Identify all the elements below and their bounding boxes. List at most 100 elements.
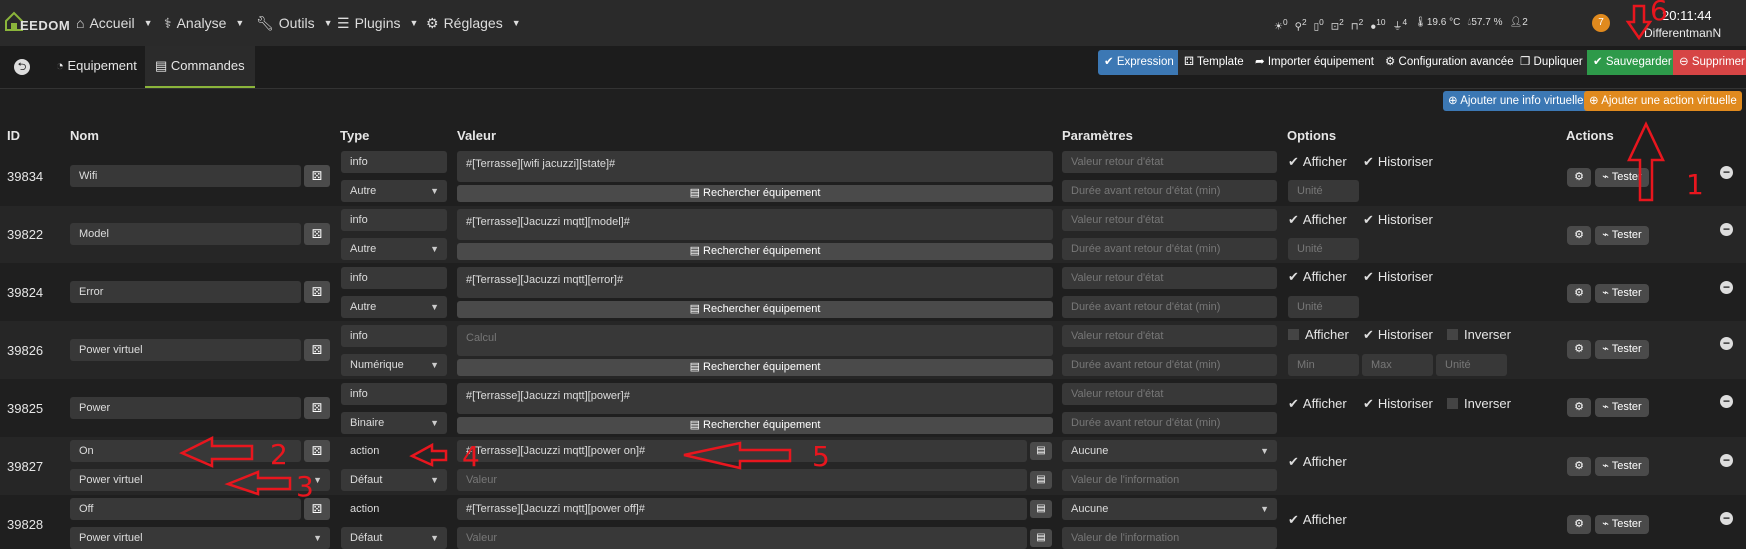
menu-analyse[interactable]: ⚕ Analyse ▼ <box>164 0 244 46</box>
test-button[interactable]: ⌁ Tester <box>1595 284 1649 303</box>
afficher-checkbox[interactable]: ✔ Afficher <box>1288 212 1347 228</box>
remove-row-icon[interactable]: − <box>1720 337 1733 350</box>
menu-reglages[interactable]: ⚙ Réglages ▼ <box>426 0 521 46</box>
cmd-subtype-select[interactable]: Numérique ▼ <box>341 354 447 376</box>
remove-row-icon[interactable]: − <box>1720 395 1733 408</box>
cogs-button[interactable]: ⚙ <box>1567 226 1591 245</box>
search-equipment-button[interactable]: ▤ Rechercher équipement <box>457 243 1053 260</box>
linked-info-select[interactable]: Power virtuel ▼ <box>70 527 330 549</box>
cmd-subtype-select[interactable]: Autre ▼ <box>341 180 447 202</box>
cogs-button[interactable]: ⚙ <box>1567 398 1591 417</box>
sensor-summary[interactable]: ☀0 ⚲2 ▯0 ⊡2 ⊓2 ●10 ⏚4 🌡︎19.6 °C 💧︎57.7 %… <box>1274 17 1528 32</box>
return-value-input[interactable]: Valeur retour d'état <box>1062 325 1277 347</box>
cmd-subtype-select[interactable]: Binaire ▼ <box>341 412 447 434</box>
afficher-checkbox[interactable]: ✔ Afficher <box>1288 269 1347 285</box>
remove-row-icon[interactable]: − <box>1720 281 1733 294</box>
save-button[interactable]: ✔ Sauvegarder <box>1587 50 1678 75</box>
cmd-type-select[interactable]: info <box>341 151 447 173</box>
back-arrow-icon[interactable]: ⮌ <box>14 59 30 75</box>
remove-row-icon[interactable]: − <box>1720 454 1733 467</box>
cogs-button[interactable]: ⚙ <box>1567 284 1591 303</box>
cogs-button[interactable]: ⚙ <box>1567 168 1591 187</box>
return-delay-input[interactable]: Durée avant retour d'état (min) <box>1062 412 1277 434</box>
test-button[interactable]: ⌁ Tester <box>1595 398 1649 417</box>
template-button[interactable]: ⚃ Template <box>1178 50 1250 75</box>
list-icon[interactable]: ▤ <box>1030 442 1052 460</box>
unit-input[interactable]: Unité <box>1288 296 1359 318</box>
info-value-input[interactable]: Valeur <box>457 469 1027 491</box>
unit-input[interactable]: Unité <box>1436 354 1507 376</box>
menu-plugins[interactable]: ☰ Plugins ▼ <box>337 0 418 46</box>
cmd-name-input[interactable]: Error <box>70 281 301 303</box>
return-value-input[interactable]: Valeur retour d'état <box>1062 267 1277 289</box>
afficher-checkbox[interactable]: ✔ Afficher <box>1288 396 1347 412</box>
icon-picker-button[interactable]: ⚄ <box>304 339 330 361</box>
cmd-subtype-select[interactable]: Défaut ▼ <box>341 527 447 549</box>
afficher-checkbox[interactable]: ✔ Afficher <box>1288 154 1347 170</box>
search-equipment-button[interactable]: ▤ Rechercher équipement <box>457 417 1053 434</box>
historiser-checkbox[interactable]: ✔ Historiser <box>1363 396 1433 412</box>
cmd-subtype-select[interactable]: Autre ▼ <box>341 296 447 318</box>
return-delay-input[interactable]: Durée avant retour d'état (min) <box>1062 180 1277 202</box>
list-icon[interactable]: ▤ <box>1030 471 1052 489</box>
user-menu[interactable]: DifferentmanN <box>1644 26 1721 40</box>
jeedom-logo[interactable]: EEDOM <box>4 6 72 40</box>
afficher-checkbox[interactable]: ✔ Afficher <box>1288 512 1347 528</box>
calc-input[interactable]: Calcul <box>457 325 1053 356</box>
afficher-checkbox[interactable]: ✔ Afficher <box>1288 454 1347 470</box>
icon-picker-button[interactable]: ⚄ <box>304 397 330 419</box>
test-button[interactable]: ⌁ Tester <box>1595 340 1649 359</box>
test-button[interactable]: ⌁ Tester <box>1595 168 1649 187</box>
menu-outils[interactable]: 🔧︎ Outils ▼ <box>256 0 333 46</box>
test-button[interactable]: ⌁ Tester <box>1595 457 1649 476</box>
unit-input[interactable]: Unité <box>1288 238 1359 260</box>
add-virtual-info-button[interactable]: ⊕ Ajouter une info virtuelle <box>1443 91 1589 111</box>
cogs-button[interactable]: ⚙ <box>1567 457 1591 476</box>
return-delay-input[interactable]: Durée avant retour d'état (min) <box>1062 296 1277 318</box>
list-icon[interactable]: ▤ <box>1030 500 1052 518</box>
cogs-button[interactable]: ⚙ <box>1567 340 1591 359</box>
cmd-value-input[interactable]: #[Terrasse][Jacuzzi mqtt][power]# <box>457 383 1053 414</box>
advanced-config-button[interactable]: ⚙ Configuration avancée <box>1379 50 1520 75</box>
test-button[interactable]: ⌁ Tester <box>1595 226 1649 245</box>
param-select[interactable]: Aucune ▼ <box>1062 498 1277 520</box>
cogs-button[interactable]: ⚙ <box>1567 515 1591 534</box>
param-select[interactable]: Aucune ▼ <box>1062 440 1277 462</box>
cmd-value-input[interactable]: #[Terrasse][Jacuzzi mqtt][model]# <box>457 209 1053 240</box>
inverser-checkbox[interactable]: Inverser <box>1447 327 1511 342</box>
remove-row-icon[interactable]: − <box>1720 166 1733 179</box>
cmd-subtype-select[interactable]: Défaut ▼ <box>341 469 447 491</box>
historiser-checkbox[interactable]: ✔ Historiser <box>1363 154 1433 170</box>
test-button[interactable]: ⌁ Tester <box>1595 515 1649 534</box>
icon-picker-button[interactable]: ⚄ <box>304 165 330 187</box>
expression-button[interactable]: ✔ Expression <box>1098 50 1180 75</box>
duplicate-button[interactable]: ❐ Dupliquer <box>1514 50 1589 75</box>
historiser-checkbox[interactable]: ✔ Historiser <box>1363 269 1433 285</box>
cmd-name-input[interactable]: On <box>70 440 301 462</box>
info-value-input[interactable]: Valeur <box>457 527 1027 549</box>
tab-equipement[interactable]: ◔ Equipement <box>46 46 147 86</box>
remove-row-icon[interactable]: − <box>1720 512 1733 525</box>
return-value-input[interactable]: Valeur retour d'état <box>1062 383 1277 405</box>
cmd-type-select[interactable]: info <box>341 209 447 231</box>
info-value-input-2[interactable]: Valeur de l'information <box>1062 527 1277 549</box>
icon-picker-button[interactable]: ⚄ <box>304 223 330 245</box>
import-button[interactable]: ➦ Importer équipement <box>1249 50 1380 75</box>
return-delay-input[interactable]: Durée avant retour d'état (min) <box>1062 238 1277 260</box>
tab-commandes[interactable]: ▤ Commandes <box>145 46 255 88</box>
cmd-name-input[interactable]: Model <box>70 223 301 245</box>
remove-row-icon[interactable]: − <box>1720 223 1733 236</box>
info-value-input-2[interactable]: Valeur de l'information <box>1062 469 1277 491</box>
list-icon[interactable]: ▤ <box>1030 529 1052 547</box>
icon-picker-button[interactable]: ⚄ <box>304 440 330 462</box>
delete-button[interactable]: ⊖ Supprimer <box>1673 50 1746 75</box>
return-value-input[interactable]: Valeur retour d'état <box>1062 209 1277 231</box>
cmd-type-select[interactable]: info <box>341 325 447 347</box>
cmd-value-input[interactable]: #[Terrasse][Jacuzzi mqtt][power on]# <box>457 440 1027 462</box>
cmd-value-input[interactable]: #[Terrasse][wifi jacuzzi][state]# <box>457 151 1053 182</box>
max-input[interactable]: Max <box>1362 354 1433 376</box>
cmd-name-input[interactable]: Wifi <box>70 165 301 187</box>
historiser-checkbox[interactable]: ✔ Historiser <box>1363 212 1433 228</box>
inverser-checkbox[interactable]: Inverser <box>1447 396 1511 411</box>
unit-input[interactable]: Unité <box>1288 180 1359 202</box>
